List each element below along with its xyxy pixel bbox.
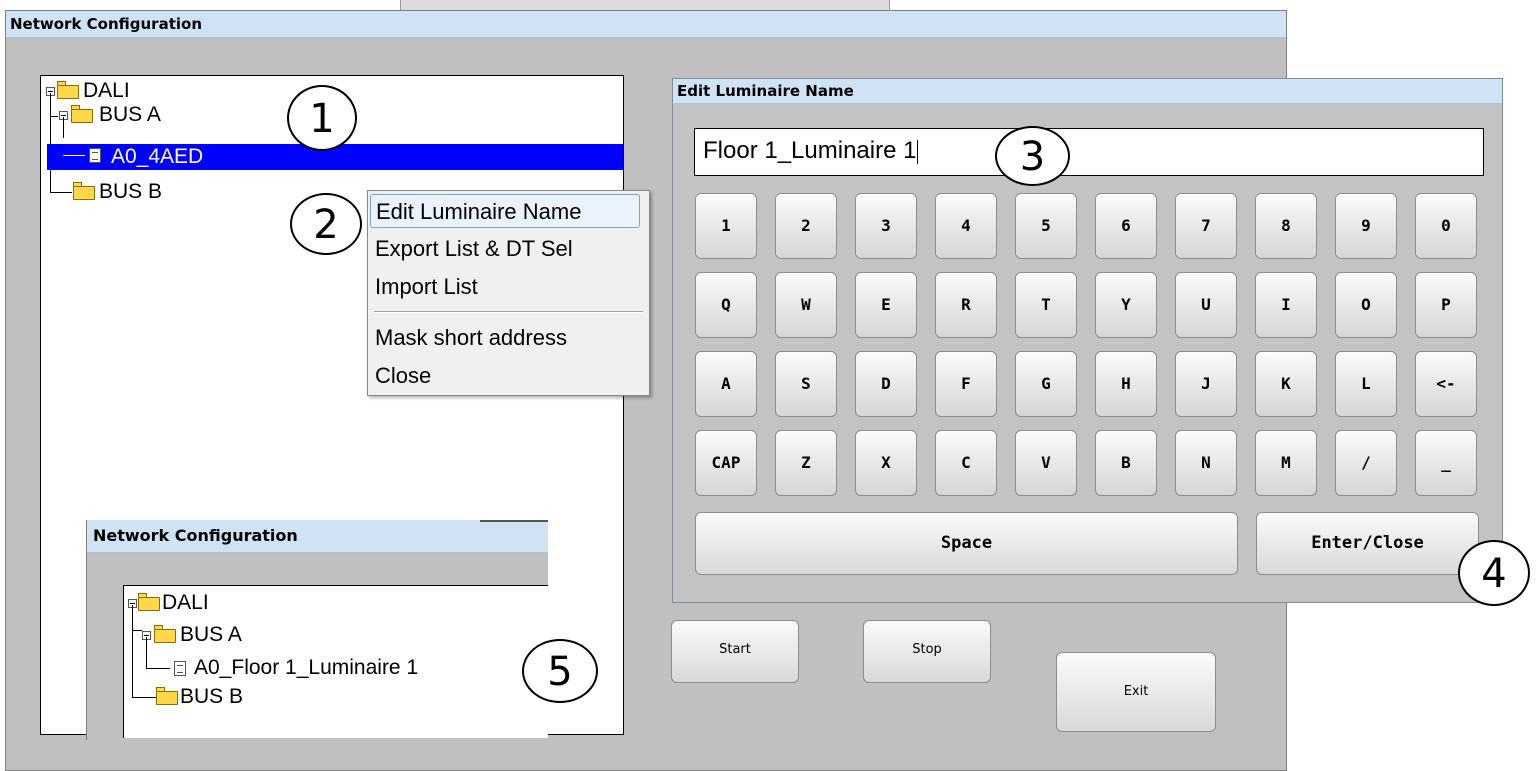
key-m[interactable]: M xyxy=(1255,430,1317,496)
key-underscore[interactable]: _ xyxy=(1415,430,1477,496)
key-1[interactable]: 1 xyxy=(695,193,757,259)
backspace-key[interactable]: <- xyxy=(1415,351,1477,417)
key-f[interactable]: F xyxy=(935,351,997,417)
menu-item-edit-luminaire-name[interactable]: Edit Luminaire Name xyxy=(370,194,640,228)
key-r[interactable]: R xyxy=(935,272,997,338)
key-y[interactable]: Y xyxy=(1095,272,1157,338)
text-caret xyxy=(917,139,919,164)
key-0[interactable]: 0 xyxy=(1415,193,1477,259)
folder-icon xyxy=(138,593,160,611)
tree-node-bus-b[interactable]: BUS B xyxy=(41,180,341,204)
result-label-bus-a: BUS A xyxy=(180,623,242,646)
tree-label-bus-a: BUS A xyxy=(99,103,161,126)
key-2[interactable]: 2 xyxy=(775,193,837,259)
key-4[interactable]: 4 xyxy=(935,193,997,259)
document-icon xyxy=(174,661,186,676)
folder-icon xyxy=(71,105,93,123)
result-label-bus-b: BUS B xyxy=(180,685,244,708)
caps-key[interactable]: CAP xyxy=(695,430,757,496)
tree-line xyxy=(132,605,133,697)
menu-item-close[interactable]: Close xyxy=(375,359,431,393)
folder-icon xyxy=(156,687,178,705)
key-u[interactable]: U xyxy=(1175,272,1237,338)
input-value: Floor 1_Luminaire 1 xyxy=(703,137,917,164)
key-c[interactable]: C xyxy=(935,430,997,496)
result-label-dali: DALI xyxy=(162,591,209,614)
key-p[interactable]: P xyxy=(1415,272,1477,338)
result-node-dali[interactable]: DALI xyxy=(124,591,424,615)
key-o[interactable]: O xyxy=(1335,272,1397,338)
key-3[interactable]: 3 xyxy=(855,193,917,259)
enter-close-key[interactable]: Enter/Close xyxy=(1256,512,1479,575)
key-e[interactable]: E xyxy=(855,272,917,338)
key-slash[interactable]: / xyxy=(1335,430,1397,496)
key-b[interactable]: B xyxy=(1095,430,1157,496)
key-v[interactable]: V xyxy=(1015,430,1077,496)
folder-icon xyxy=(73,182,95,200)
key-6[interactable]: 6 xyxy=(1095,193,1157,259)
key-i[interactable]: I xyxy=(1255,272,1317,338)
result-node-bus-b[interactable]: BUS B xyxy=(124,685,424,709)
key-z[interactable]: Z xyxy=(775,430,837,496)
key-w[interactable]: W xyxy=(775,272,837,338)
folder-icon xyxy=(154,625,176,643)
key-d[interactable]: D xyxy=(855,351,917,417)
tree-line xyxy=(63,117,64,138)
start-button[interactable]: Start xyxy=(671,620,799,683)
menu-item-import-list[interactable]: Import List xyxy=(375,270,478,304)
menu-item-export-list[interactable]: Export List & DT Sel xyxy=(375,232,573,266)
menu-separator xyxy=(374,311,643,313)
mini-window-edge xyxy=(480,520,548,522)
key-k[interactable]: K xyxy=(1255,351,1317,417)
stop-button[interactable]: Stop xyxy=(863,620,991,683)
callout-5: 5 xyxy=(522,639,598,703)
key-t[interactable]: T xyxy=(1015,272,1077,338)
dialog-title: Edit Luminaire Name xyxy=(673,79,1502,104)
result-tree: DALI BUS A A0_Floor 1_Luminaire 1 BUS B xyxy=(123,585,548,738)
key-g[interactable]: G xyxy=(1015,351,1077,417)
key-7[interactable]: 7 xyxy=(1175,193,1237,259)
result-label-luminaire: A0_Floor 1_Luminaire 1 xyxy=(194,656,419,679)
key-j[interactable]: J xyxy=(1175,351,1237,417)
exit-button[interactable]: Exit xyxy=(1056,652,1216,732)
result-node-bus-a[interactable]: BUS A xyxy=(124,623,424,647)
result-node-luminaire[interactable]: A0_Floor 1_Luminaire 1 xyxy=(124,656,524,680)
tree-label-dali: DALI xyxy=(83,79,130,102)
mini-window-title: Network Configuration xyxy=(87,520,548,553)
key-l[interactable]: L xyxy=(1335,351,1397,417)
key-q[interactable]: Q xyxy=(695,272,757,338)
key-8[interactable]: 8 xyxy=(1255,193,1317,259)
key-9[interactable]: 9 xyxy=(1335,193,1397,259)
space-key[interactable]: Space xyxy=(695,512,1238,575)
context-menu: Edit Luminaire Name Export List & DT Sel… xyxy=(367,190,650,396)
tree-label-bus-b: BUS B xyxy=(99,180,163,203)
callout-2: 2 xyxy=(290,193,362,255)
callout-3: 3 xyxy=(995,126,1070,186)
tree-label-luminaire: A0_4AED xyxy=(111,145,204,168)
key-a[interactable]: A xyxy=(695,351,757,417)
window-title: Network Configuration xyxy=(6,11,1286,38)
key-x[interactable]: X xyxy=(855,430,917,496)
menu-item-mask-short-address[interactable]: Mask short address xyxy=(375,321,567,355)
luminaire-name-input[interactable]: Floor 1_Luminaire 1 xyxy=(694,128,1484,176)
callout-1: 1 xyxy=(287,85,357,151)
key-5[interactable]: 5 xyxy=(1015,193,1077,259)
key-n[interactable]: N xyxy=(1175,430,1237,496)
folder-icon xyxy=(57,81,79,99)
document-icon xyxy=(89,148,101,163)
key-s[interactable]: S xyxy=(775,351,837,417)
callout-4: 4 xyxy=(1458,540,1530,606)
key-h[interactable]: H xyxy=(1095,351,1157,417)
